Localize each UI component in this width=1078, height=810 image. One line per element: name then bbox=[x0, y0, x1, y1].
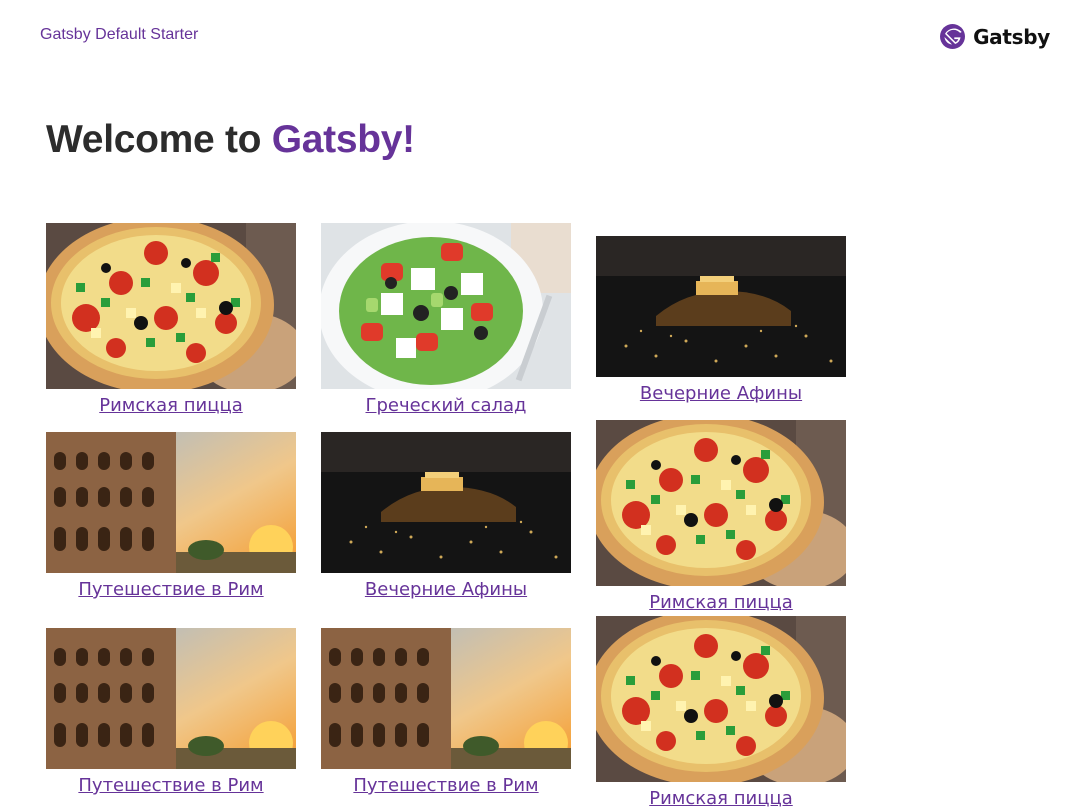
card-image-pizza[interactable] bbox=[596, 616, 846, 782]
gallery-card: Путешествие в Рим bbox=[46, 432, 296, 600]
gallery-card: Путешествие в Рим bbox=[46, 628, 296, 796]
gallery-card: Римская пицца bbox=[46, 223, 296, 416]
page-title: Welcome to Gatsby! bbox=[46, 118, 415, 162]
card-image-colosseum[interactable] bbox=[321, 628, 571, 769]
card-link[interactable]: Вечерние Афины bbox=[365, 579, 527, 600]
gallery-card: Греческий салад bbox=[321, 223, 571, 416]
card-link[interactable]: Римская пицца bbox=[99, 395, 242, 416]
card-link[interactable]: Путешествие в Рим bbox=[78, 775, 263, 796]
card-link[interactable]: Римская пицца bbox=[649, 592, 792, 613]
card-image-colosseum[interactable] bbox=[46, 432, 296, 573]
gallery-card: Вечерние Афины bbox=[596, 236, 846, 404]
gallery-card: Римская пицца bbox=[596, 616, 846, 809]
card-link[interactable]: Путешествие в Рим bbox=[78, 579, 263, 600]
card-link[interactable]: Вечерние Афины bbox=[640, 383, 802, 404]
card-image-athens-night[interactable] bbox=[596, 236, 846, 377]
card-image-pizza[interactable] bbox=[596, 420, 846, 586]
page-title-prefix: Welcome to bbox=[46, 118, 262, 161]
gatsby-logo-icon bbox=[940, 24, 966, 49]
card-link[interactable]: Путешествие в Рим bbox=[353, 775, 538, 796]
card-link[interactable]: Римская пицца bbox=[649, 788, 792, 809]
site-header: Gatsby Default Starter Gatsby bbox=[0, 0, 1078, 76]
card-image-athens-night[interactable] bbox=[321, 432, 571, 573]
card-image-colosseum[interactable] bbox=[46, 628, 296, 769]
card-image-greek-salad[interactable] bbox=[321, 223, 571, 389]
brand-text: Gatsby bbox=[973, 24, 1050, 49]
card-link[interactable]: Греческий салад bbox=[366, 395, 527, 416]
site-title-link[interactable]: Gatsby Default Starter bbox=[40, 26, 198, 44]
gallery-card: Вечерние Афины bbox=[321, 432, 571, 600]
gatsby-brand-link[interactable]: Gatsby bbox=[940, 24, 1050, 49]
card-image-pizza[interactable] bbox=[46, 223, 296, 389]
gallery-card: Путешествие в Рим bbox=[321, 628, 571, 796]
gallery-card: Римская пицца bbox=[596, 420, 846, 613]
page-title-accent: Gatsby! bbox=[271, 118, 415, 161]
